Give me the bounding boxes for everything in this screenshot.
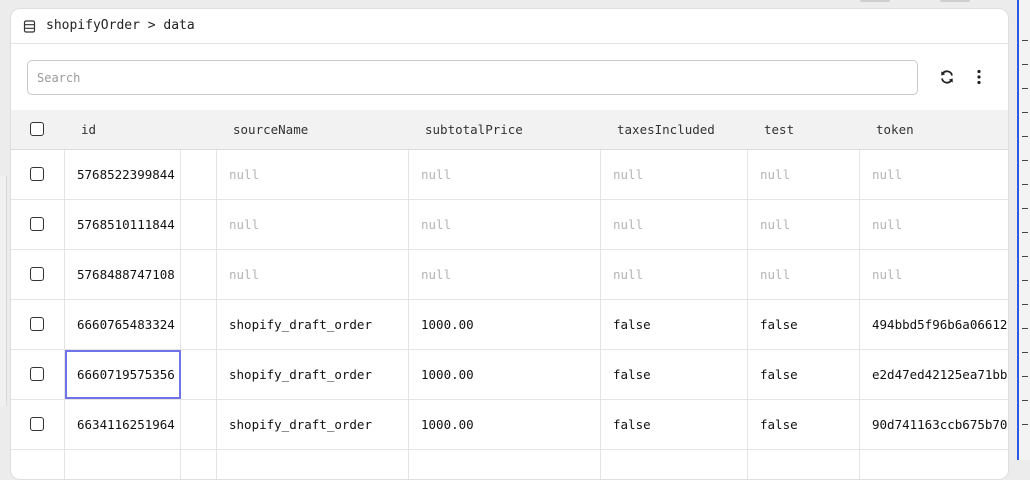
tick-mark: [1022, 64, 1028, 65]
tick-mark: [1022, 400, 1028, 401]
tick-mark: [1022, 352, 1028, 353]
breadcrumb-bar: shopifyOrder > data: [11, 9, 1008, 44]
table-row[interactable]: 5768510111844 null null null null null: [11, 200, 1008, 250]
data-table: id sourceName subtotalPrice taxesInclude…: [11, 110, 1008, 479]
cell-sourceName[interactable]: null: [229, 200, 259, 249]
column-header-id[interactable]: id: [81, 122, 96, 137]
cell-id[interactable]: 6660765483324: [77, 300, 175, 349]
cell-sourceName[interactable]: shopify_draft_order: [229, 300, 372, 349]
cell-taxesIncluded[interactable]: null: [613, 250, 643, 299]
cell-test[interactable]: null: [760, 200, 790, 249]
tick-mark: [1022, 184, 1028, 185]
select-all-checkbox[interactable]: [30, 122, 44, 136]
tick-mark: [1022, 160, 1028, 161]
cell-id[interactable]: 6634116251964: [77, 400, 175, 449]
refresh-button[interactable]: [935, 65, 959, 89]
more-vertical-icon: [977, 69, 981, 85]
breadcrumb[interactable]: shopifyOrder > data: [46, 18, 195, 33]
tick-mark: [1022, 40, 1028, 41]
row-checkbox[interactable]: [30, 317, 44, 331]
tick-mark: [1022, 304, 1028, 305]
cell-token[interactable]: null: [872, 250, 902, 299]
cell-taxesIncluded[interactable]: null: [613, 200, 643, 249]
table-row[interactable]: 6634116251964 shopify_draft_order 1000.0…: [11, 400, 1008, 450]
cell-subtotalPrice[interactable]: 1000.00: [421, 300, 474, 349]
focus-indicator: [1017, 0, 1019, 460]
table-row[interactable]: 5768522399844 null null null null null: [11, 150, 1008, 200]
tick-mark: [1022, 424, 1028, 425]
left-panel-edge: [0, 176, 7, 406]
cell-subtotalPrice[interactable]: 1000.00: [421, 350, 474, 399]
cell-test[interactable]: false: [760, 350, 798, 399]
cell-id[interactable]: 5768522399844: [77, 150, 175, 199]
tick-mark: [1022, 88, 1028, 89]
cell-id[interactable]: 5768488747108: [77, 250, 175, 299]
cell-taxesIncluded[interactable]: null: [613, 150, 643, 199]
cell-subtotalPrice[interactable]: 1000.00: [421, 400, 474, 449]
cell-taxesIncluded[interactable]: false: [613, 300, 651, 349]
refresh-icon: [941, 70, 953, 84]
column-header-taxesIncluded[interactable]: taxesIncluded: [617, 122, 715, 137]
column-header-sourceName[interactable]: sourceName: [233, 122, 308, 137]
search-input[interactable]: [27, 60, 918, 95]
row-checkbox[interactable]: [30, 417, 44, 431]
cell-sourceName[interactable]: shopify_draft_order: [229, 400, 372, 449]
column-header-test[interactable]: test: [764, 122, 794, 137]
cell-token[interactable]: null: [872, 200, 902, 249]
tick-mark: [1022, 280, 1028, 281]
cell-id[interactable]: 5768510111844: [77, 200, 175, 249]
cell-test[interactable]: null: [760, 250, 790, 299]
table-row[interactable]: 5768488747108 null null null null null: [11, 250, 1008, 300]
row-checkbox[interactable]: [30, 217, 44, 231]
cell-sourceName[interactable]: shopify_draft_order: [229, 350, 372, 399]
cell-sourceName[interactable]: null: [229, 250, 259, 299]
cell-token[interactable]: e2d47ed42125ea71bb32: [872, 350, 1008, 399]
column-header-token[interactable]: token: [876, 122, 914, 137]
tick-mark: [1022, 256, 1028, 257]
cell-test[interactable]: false: [760, 300, 798, 349]
cell-id[interactable]: 6660719575356: [77, 350, 175, 399]
cell-taxesIncluded[interactable]: false: [613, 400, 651, 449]
window-edge: [860, 0, 890, 2]
cell-token[interactable]: null: [872, 150, 902, 199]
cell-sourceName[interactable]: null: [229, 150, 259, 199]
tick-mark: [1022, 232, 1028, 233]
tick-mark: [1022, 376, 1028, 377]
row-checkbox[interactable]: [30, 367, 44, 381]
cell-taxesIncluded[interactable]: false: [613, 350, 651, 399]
tick-mark: [1022, 112, 1028, 113]
row-checkbox[interactable]: [30, 167, 44, 181]
database-icon: [23, 20, 36, 33]
tick-mark: [1022, 208, 1028, 209]
table-row[interactable]: 6660765483324 shopify_draft_order 1000.0…: [11, 300, 1008, 350]
data-panel: shopifyOrder > data id sourceName subtot…: [10, 8, 1009, 480]
cell-token[interactable]: 494bbd5f96b6a0661254: [872, 300, 1008, 349]
table-row[interactable]: 6660719575356 shopify_draft_order 1000.0…: [11, 350, 1008, 400]
right-panel-edge: [1017, 0, 1030, 460]
more-options-button[interactable]: [967, 65, 991, 89]
tick-mark: [1022, 136, 1028, 137]
window-edge: [940, 0, 970, 2]
cell-subtotalPrice[interactable]: null: [421, 150, 451, 199]
column-header-subtotalPrice[interactable]: subtotalPrice: [425, 122, 523, 137]
tick-mark: [1022, 328, 1028, 329]
row-checkbox[interactable]: [30, 267, 44, 281]
table-header: id sourceName subtotalPrice taxesInclude…: [11, 110, 1008, 150]
cell-subtotalPrice[interactable]: null: [421, 250, 451, 299]
cell-test[interactable]: false: [760, 400, 798, 449]
cell-test[interactable]: null: [760, 150, 790, 199]
cell-token[interactable]: 90d741163ccb675b703f: [872, 400, 1008, 449]
cell-subtotalPrice[interactable]: null: [421, 200, 451, 249]
